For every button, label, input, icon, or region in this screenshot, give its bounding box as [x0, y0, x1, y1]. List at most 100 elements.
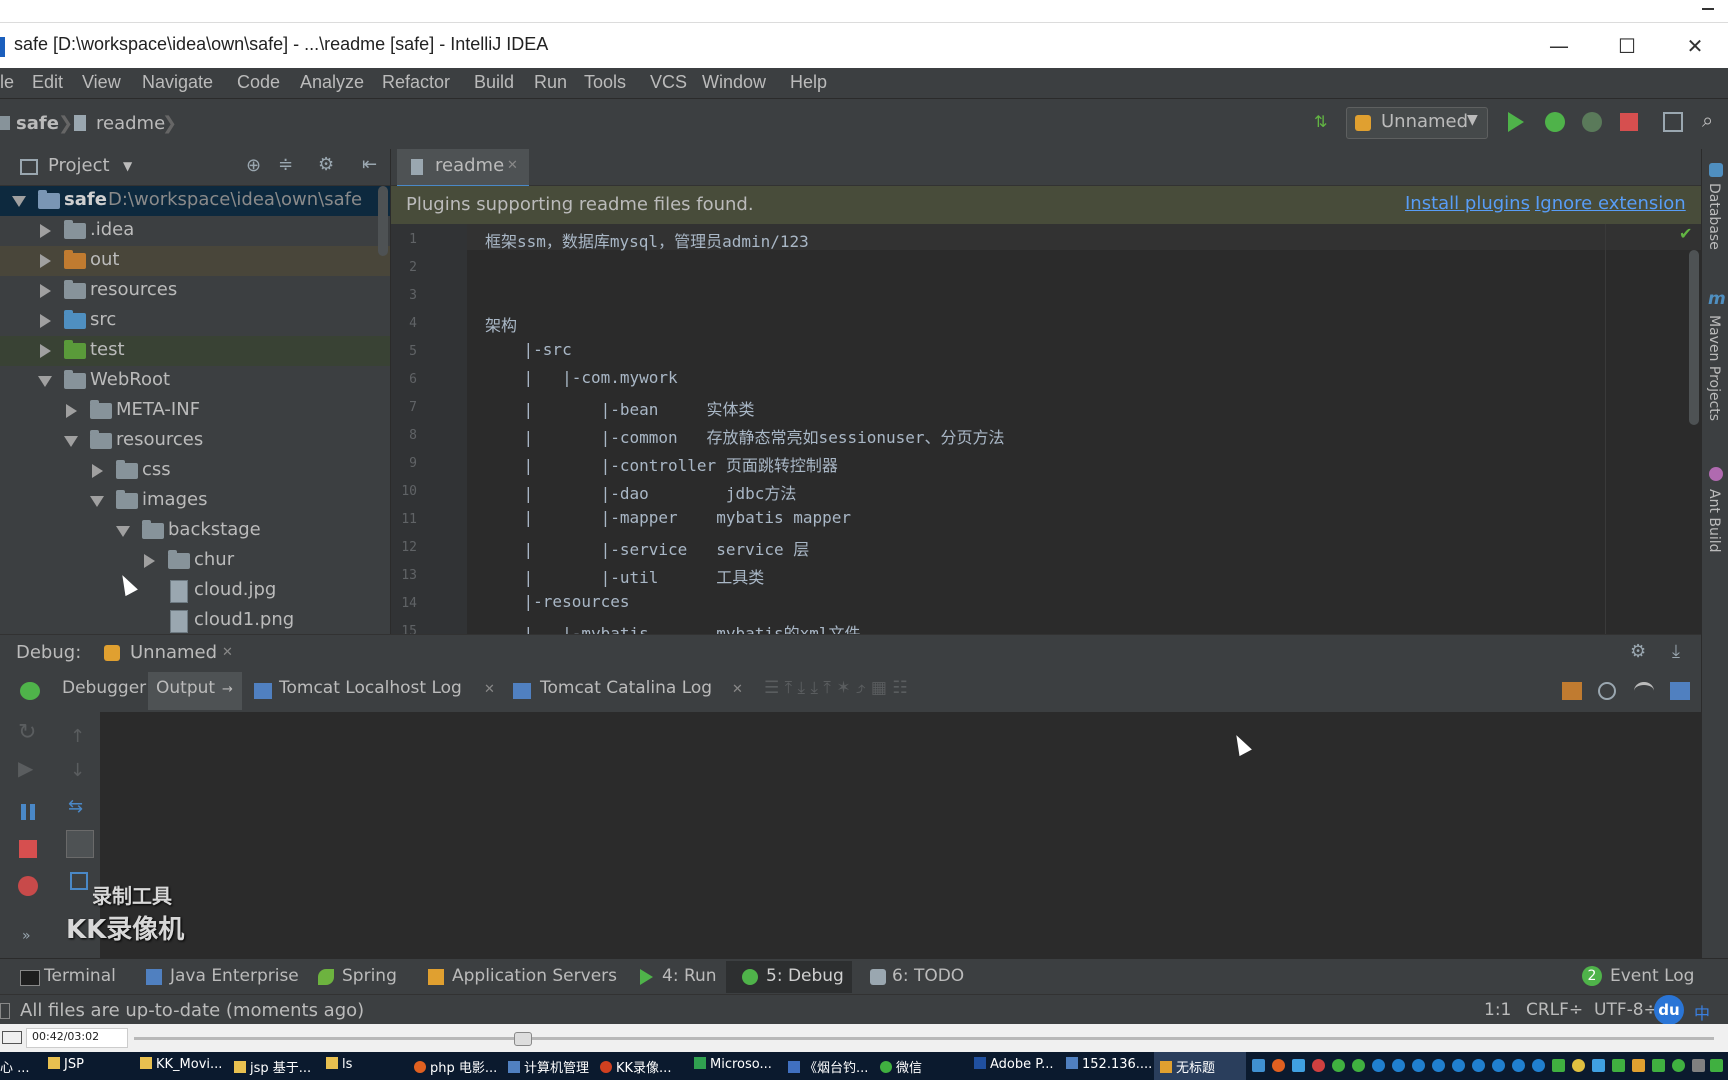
tray-icon[interactable] [1252, 1059, 1265, 1072]
tree-row-src[interactable]: src [0, 306, 390, 336]
run-configuration-selector[interactable]: Unnamed ▼ [1346, 107, 1488, 139]
caret-position[interactable]: 1:1 [1484, 1000, 1511, 1020]
player-progress-thumb[interactable] [514, 1032, 532, 1046]
pause-icon[interactable] [21, 804, 26, 820]
menu-build[interactable]: Build [474, 72, 514, 93]
tray-icon[interactable] [1572, 1059, 1585, 1072]
baidu-ime-icon[interactable]: du [1654, 995, 1684, 1025]
taskbar-item[interactable]: 微信 [880, 1057, 922, 1076]
tray-icon[interactable] [1592, 1059, 1605, 1072]
tray-icon[interactable] [1710, 1059, 1723, 1072]
settings-icon[interactable] [1598, 682, 1616, 700]
gear-icon[interactable]: ⚙ [318, 154, 334, 175]
tree-row-webroot[interactable]: WebRoot [0, 366, 390, 396]
taskbar-item[interactable]: KK_Movi... [140, 1057, 222, 1072]
tray-icon[interactable] [1392, 1059, 1405, 1072]
stop-icon[interactable] [1620, 113, 1638, 131]
event-log-tool-button[interactable]: Event Log [1610, 966, 1694, 986]
hide-panel-icon[interactable]: ⇤ [362, 154, 377, 175]
line-separator-selector[interactable]: CRLF÷ [1526, 1000, 1583, 1020]
restore-layout-icon[interactable] [1670, 682, 1690, 700]
tree-row-images[interactable]: images [0, 486, 390, 516]
menu-help[interactable]: Help [790, 72, 827, 93]
tray-icon[interactable] [1492, 1059, 1505, 1072]
tree-row-cloud-jpg[interactable]: cloud.jpg [0, 576, 390, 606]
close-icon[interactable]: ✕ [484, 682, 495, 697]
tray-icon[interactable] [1652, 1059, 1665, 1072]
ime-language-indicator[interactable]: 中 [1694, 1000, 1710, 1024]
tray-icon[interactable] [1332, 1059, 1345, 1072]
tree-row-backstage[interactable]: backstage [0, 516, 390, 546]
build-sort-icon[interactable]: ⇅ [1314, 112, 1334, 132]
todo-tool-button[interactable]: 6: TODO [892, 966, 964, 986]
tray-icon[interactable] [1412, 1059, 1425, 1072]
tray-icon[interactable] [1512, 1059, 1525, 1072]
tray-icon[interactable] [1472, 1059, 1485, 1072]
taskbar-item[interactable]: ls [326, 1057, 352, 1072]
tray-icon[interactable] [1612, 1059, 1625, 1072]
player-menu-icon[interactable] [2, 1031, 22, 1044]
scroll-to-end-icon[interactable] [66, 830, 94, 858]
tab-debugger[interactable]: Debugger [62, 678, 146, 698]
tray-icon[interactable] [1272, 1059, 1285, 1072]
search-everywhere-icon[interactable]: ⌕ [1702, 108, 1722, 132]
inspection-ok-icon[interactable]: ✔ [1679, 224, 1692, 243]
hide-panel-icon[interactable]: ⤓ [1672, 641, 1680, 662]
close-icon[interactable]: ✕ [507, 158, 518, 173]
close-icon[interactable]: ✕ [732, 682, 743, 697]
gear-icon[interactable]: ⚙ [1630, 641, 1646, 662]
spring-tool-button[interactable]: Spring [342, 966, 397, 986]
taskbar-item[interactable]: jsp 基于... [234, 1057, 311, 1076]
terminal-tool-button[interactable]: Terminal [44, 966, 116, 986]
taskbar-item-active[interactable]: 无标题 [1160, 1057, 1215, 1076]
tray-icon[interactable] [1432, 1059, 1445, 1072]
tray-icon[interactable] [1532, 1059, 1545, 1072]
console-output[interactable] [100, 712, 1701, 958]
menu-vcs[interactable]: VCS [650, 72, 687, 93]
tray-icon[interactable] [1632, 1059, 1645, 1072]
step-controls-icon[interactable]: ☰ ⤒ ⤓ ⤓ ⤒ ✶ ⤴ ▦ ☷ [764, 678, 908, 698]
rerun-icon[interactable] [20, 682, 40, 700]
tray-icon[interactable] [1292, 1059, 1305, 1072]
up-arrow-icon[interactable]: ↑ [70, 726, 85, 747]
tray-icon[interactable] [1672, 1059, 1685, 1072]
taskbar-item[interactable]: 心 ... [0, 1057, 30, 1076]
menu-file[interactable]: le [0, 72, 14, 93]
tray-icon[interactable] [1692, 1059, 1705, 1072]
database-tool-button[interactable]: Database [1706, 183, 1722, 250]
tray-icon[interactable] [1352, 1059, 1365, 1072]
tree-row-resources[interactable]: resources [0, 276, 390, 306]
ignore-extension-link[interactable]: Ignore extension [1535, 193, 1686, 214]
menu-window[interactable]: Window [702, 72, 766, 93]
debug-session-tab[interactable]: Unnamed [130, 642, 217, 663]
taskbar-item[interactable]: 计算机管理 [508, 1057, 589, 1076]
tree-row-safe[interactable]: safe D:\workspace\idea\own\safe [0, 186, 390, 216]
window-maximize-button[interactable]: ☐ [1604, 29, 1650, 63]
view-breakpoints-icon[interactable] [18, 876, 38, 896]
java-enterprise-tool-button[interactable]: Java Enterprise [170, 966, 299, 986]
status-toggle-icon[interactable] [0, 1003, 10, 1019]
frames-icon[interactable] [1562, 682, 1582, 700]
tray-icon[interactable] [1552, 1059, 1565, 1072]
menu-view[interactable]: View [82, 72, 121, 93]
tab-tomcat-catalina-log[interactable]: Tomcat Catalina Log [540, 678, 712, 698]
menu-code[interactable]: Code [237, 72, 280, 93]
menu-navigate[interactable]: Navigate [142, 72, 213, 93]
debug-icon[interactable] [1545, 112, 1565, 132]
taskbar-item[interactable]: Microso... [694, 1057, 772, 1072]
tree-row-chur[interactable]: chur [0, 546, 390, 576]
project-structure-icon[interactable] [1663, 112, 1683, 132]
menu-refactor[interactable]: Refactor [382, 72, 450, 93]
editor-scrollbar[interactable] [1689, 250, 1699, 425]
breadcrumb-file[interactable]: readme [96, 113, 165, 134]
soft-wrap-icon[interactable]: ⇆ [68, 796, 83, 817]
window-close-button[interactable]: ✕ [1672, 29, 1718, 63]
tree-row-idea[interactable]: .idea [0, 216, 390, 246]
maven-projects-tool-button[interactable]: Maven Projects [1706, 315, 1722, 421]
close-icon[interactable]: ✕ [222, 645, 233, 660]
tab-tomcat-localhost-log[interactable]: Tomcat Localhost Log [279, 678, 462, 698]
mute-breakpoints-icon[interactable] [1634, 682, 1654, 700]
run-icon[interactable] [1508, 112, 1524, 132]
coverage-icon[interactable] [1582, 112, 1602, 132]
taskbar-item[interactable]: 《烟台钓... [788, 1057, 868, 1076]
